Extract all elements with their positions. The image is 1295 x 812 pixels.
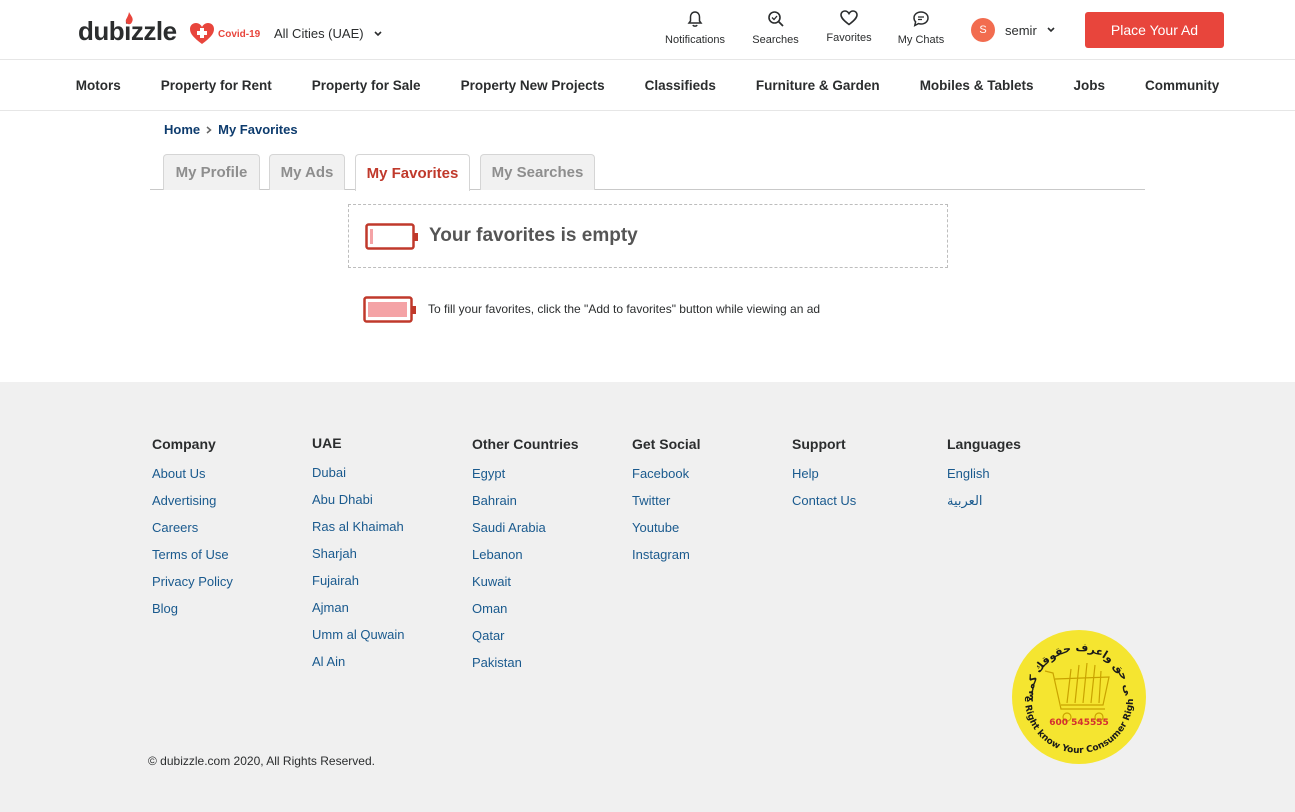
footer-link[interactable]: Terms of Use: [152, 541, 233, 568]
footer-link[interactable]: Help: [792, 460, 856, 487]
footer-link[interactable]: Dubai: [312, 459, 404, 486]
footer-link[interactable]: Privacy Policy: [152, 568, 233, 595]
covid-link[interactable]: Covid-19: [190, 23, 260, 45]
footer-col-uae: UAE Dubai Abu Dhabi Ras al Khaimah Sharj…: [312, 435, 404, 675]
favorites-button[interactable]: Favorites: [816, 10, 882, 46]
breadcrumb-current[interactable]: My Favorites: [218, 122, 297, 137]
footer: Company About Us Advertising Careers Ter…: [0, 382, 1295, 812]
city-label: All Cities (UAE): [274, 26, 364, 41]
user-menu[interactable]: S semir: [971, 18, 1055, 42]
copyright: © dubizzle.com 2020, All Rights Reserved…: [148, 754, 375, 768]
header: dubizzle Covid-19 All Cities (UAE) Notif…: [0, 0, 1295, 60]
footer-col-title: Support: [792, 436, 846, 452]
footer-col-languages: Languages English العربية: [947, 436, 1021, 514]
nav-item-property-for-sale[interactable]: Property for Sale: [292, 78, 441, 93]
footer-link[interactable]: Abu Dhabi: [312, 486, 404, 513]
avatar: S: [971, 18, 995, 42]
nav-item-property-new-projects[interactable]: Property New Projects: [441, 78, 625, 93]
footer-link[interactable]: About Us: [152, 460, 233, 487]
footer-col-title: Get Social: [632, 436, 701, 452]
nav-item-furniture-garden[interactable]: Furniture & Garden: [736, 78, 900, 93]
footer-link[interactable]: Egypt: [472, 460, 579, 487]
chevron-down-icon: [374, 30, 382, 36]
footer-link[interactable]: Saudi Arabia: [472, 514, 579, 541]
nav-item-motors[interactable]: Motors: [56, 78, 141, 93]
footer-link[interactable]: Facebook: [632, 460, 700, 487]
chat-icon: [913, 11, 929, 27]
footer-col-other-countries: Other Countries Egypt Bahrain Saudi Arab…: [472, 436, 579, 676]
footer-link[interactable]: Sharjah: [312, 540, 404, 567]
footer-link[interactable]: Instagram: [632, 541, 700, 568]
footer-link[interactable]: Youtube: [632, 514, 700, 541]
footer-link[interactable]: English: [947, 460, 1021, 487]
footer-link[interactable]: Fujairah: [312, 567, 404, 594]
chevron-right-icon: [206, 125, 212, 134]
footer-link[interactable]: Careers: [152, 514, 233, 541]
footer-col-title: Languages: [947, 436, 1021, 452]
chevron-down-icon: [1047, 27, 1055, 33]
footer-link[interactable]: العربية: [947, 487, 1021, 514]
place-your-ad-button[interactable]: Place Your Ad: [1085, 12, 1224, 48]
tab-my-ads[interactable]: My Ads: [269, 154, 345, 190]
empty-hint: To fill your favorites, click the "Add t…: [428, 302, 821, 316]
footer-link[interactable]: Ajman: [312, 594, 404, 621]
footer-link[interactable]: Contact Us: [792, 487, 856, 514]
bell-icon: [687, 11, 703, 27]
footer-link[interactable]: Bahrain: [472, 487, 579, 514]
footer-col-title: UAE: [312, 435, 342, 451]
heart-icon: [840, 10, 858, 26]
my-chats-button[interactable]: My Chats: [882, 10, 960, 46]
empty-battery-icon: [365, 223, 418, 250]
footer-link[interactable]: Umm al Quwain: [312, 621, 404, 648]
dubizzle-logo[interactable]: dubizzle: [78, 12, 177, 48]
category-nav: Motors Property for Rent Property for Sa…: [0, 60, 1295, 111]
nav-item-jobs[interactable]: Jobs: [1053, 78, 1125, 93]
svg-text:600 545555: 600 545555: [1049, 718, 1109, 728]
footer-link[interactable]: Ras al Khaimah: [312, 513, 404, 540]
empty-favorites-box: Your favorites is empty: [348, 204, 948, 268]
footer-link[interactable]: Kuwait: [472, 568, 579, 595]
header-icons: Notifications Searches Favorites My Chat…: [655, 10, 960, 46]
nav-item-property-for-rent[interactable]: Property for Rent: [141, 78, 292, 93]
searches-button[interactable]: Searches: [735, 10, 816, 46]
heart-plus-icon: [190, 23, 214, 44]
full-battery-icon: [363, 296, 416, 323]
user-name: semir: [1005, 22, 1037, 38]
empty-title: Your favorites is empty: [429, 225, 638, 246]
footer-link[interactable]: Lebanon: [472, 541, 579, 568]
notifications-button[interactable]: Notifications: [655, 10, 735, 46]
breadcrumb: Home My Favorites: [164, 122, 298, 137]
nav-item-classifieds[interactable]: Classifieds: [625, 78, 736, 93]
footer-col-get-social: Get Social Facebook Twitter Youtube Inst…: [632, 436, 700, 568]
tab-my-profile[interactable]: My Profile: [163, 154, 260, 190]
city-selector[interactable]: All Cities (UAE): [274, 26, 382, 41]
profile-tabs: My Profile My Ads My Favorites My Search…: [150, 154, 1145, 191]
footer-link[interactable]: Advertising: [152, 487, 233, 514]
footer-link[interactable]: Twitter: [632, 487, 700, 514]
footer-col-company: Company About Us Advertising Careers Ter…: [152, 436, 233, 622]
footer-link[interactable]: Qatar: [472, 622, 579, 649]
breadcrumb-home[interactable]: Home: [164, 122, 200, 137]
footer-col-title: Company: [152, 436, 216, 452]
flame-icon: [125, 12, 133, 25]
footer-link[interactable]: Al Ain: [312, 648, 404, 675]
footer-col-title: Other Countries: [472, 436, 579, 452]
search-icon: [767, 11, 784, 27]
footer-link[interactable]: Oman: [472, 595, 579, 622]
footer-link[interactable]: Blog: [152, 595, 233, 622]
consumer-rights-seal[interactable]: كن على حق واعرف حقوقك كمستهلك Be Right k…: [1011, 629, 1147, 765]
nav-item-community[interactable]: Community: [1125, 78, 1239, 93]
tab-my-searches[interactable]: My Searches: [480, 154, 595, 190]
nav-item-mobiles-tablets[interactable]: Mobiles & Tablets: [900, 78, 1054, 93]
tab-my-favorites[interactable]: My Favorites: [355, 154, 470, 191]
footer-col-support: Support Help Contact Us: [792, 436, 856, 514]
footer-link[interactable]: Pakistan: [472, 649, 579, 676]
